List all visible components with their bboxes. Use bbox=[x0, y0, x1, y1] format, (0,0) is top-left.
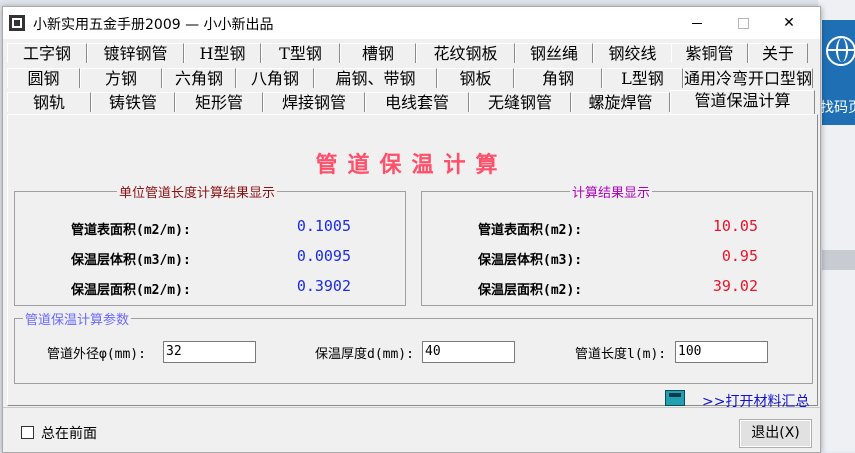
app-icon bbox=[9, 15, 25, 31]
footer-separator bbox=[3, 407, 820, 408]
globe-icon bbox=[826, 36, 855, 66]
tab-row3-2[interactable]: 矩形管 bbox=[175, 92, 263, 112]
tab-row1-4[interactable]: 槽钢 bbox=[340, 43, 416, 63]
tab-row2-1[interactable]: 方钢 bbox=[80, 68, 162, 88]
tab-row1-1[interactable]: 镀锌钢管 bbox=[87, 43, 184, 63]
unit-surface-label: 管道表面积(m2/m): bbox=[71, 223, 191, 238]
unit-volume-label: 保温层体积(m3/m): bbox=[71, 253, 191, 268]
tab-row1-7[interactable]: 钢绞线 bbox=[593, 43, 672, 63]
total-volume-value: 0.95 bbox=[721, 247, 758, 265]
always-on-top-label[interactable]: 总在前面 bbox=[41, 423, 97, 443]
tab-row2-7[interactable]: L型钢 bbox=[602, 68, 683, 88]
tab-row1-2[interactable]: H型钢 bbox=[184, 43, 261, 63]
tab-row1-0[interactable]: 工字钢 bbox=[7, 43, 87, 63]
tab-row3-7[interactable]: 管道保温计算 bbox=[670, 90, 815, 114]
tab-row1-8[interactable]: 紫铜管 bbox=[671, 43, 748, 63]
length-input[interactable]: 100 bbox=[675, 341, 768, 363]
tab-row3-1[interactable]: 铸铁管 bbox=[91, 92, 175, 112]
tab-row2-5[interactable]: 钢板 bbox=[437, 68, 514, 88]
tab-row1-9[interactable]: 关于 bbox=[748, 43, 808, 63]
length-label: 管道长度l(m): bbox=[575, 347, 667, 362]
open-summary-link[interactable]: >>打开材料汇总 bbox=[702, 391, 809, 411]
unit-area-value: 0.3902 bbox=[296, 277, 351, 295]
minimize-icon bbox=[692, 23, 702, 24]
unit-result-group-title: 单位管道长度计算结果显示 bbox=[117, 182, 278, 201]
background-gray-block bbox=[822, 250, 855, 270]
tab-row1-3[interactable]: T型钢 bbox=[261, 43, 340, 63]
page-title: 管道保温计算 bbox=[315, 152, 508, 178]
total-area-value: 39.02 bbox=[712, 277, 758, 295]
title-bar: 小新实用五金手册2009 — 小小新出品 ✕ bbox=[3, 7, 820, 39]
maximize-icon bbox=[738, 18, 749, 29]
maximize-button[interactable] bbox=[720, 7, 766, 39]
always-on-top-checkbox[interactable] bbox=[21, 426, 34, 439]
tab-row3-0[interactable]: 钢轨 bbox=[7, 92, 91, 112]
tab-row2-3[interactable]: 八角钢 bbox=[236, 68, 314, 88]
tab-row2-8[interactable]: 通用冷弯开口型钢 bbox=[683, 68, 813, 88]
background-tile-label: 找码页 bbox=[820, 100, 855, 116]
exit-button[interactable]: 退出(X) bbox=[739, 419, 812, 448]
unit-area-label: 保温层面积(m2/m): bbox=[71, 283, 191, 298]
unit-surface-value: 0.1005 bbox=[296, 217, 351, 235]
result-group: 计算结果显示 管道表面积(m2): 10.05 保温层体积(m3): 0.95 … bbox=[421, 182, 813, 306]
calculator-icon[interactable] bbox=[665, 390, 685, 406]
tab-row3-6[interactable]: 螺旋焊管 bbox=[571, 92, 670, 112]
thickness-label: 保温厚度d(mm): bbox=[315, 347, 414, 362]
tab-row2-0[interactable]: 圆钢 bbox=[7, 68, 80, 88]
unit-result-group: 单位管道长度计算结果显示 管道表面积(m2/m): 0.1005 保温层体积(m… bbox=[14, 182, 406, 306]
params-group: 管道保温计算参数 管道外径φ(mm): 32 保温厚度d(mm): 40 管道长… bbox=[14, 309, 813, 384]
tab-row1-6[interactable]: 钢丝绳 bbox=[515, 43, 593, 63]
total-volume-label: 保温层体积(m3): bbox=[478, 253, 583, 268]
outer-diameter-label: 管道外径φ(mm): bbox=[47, 347, 146, 362]
total-surface-value: 10.05 bbox=[712, 217, 758, 235]
tab-row3-4[interactable]: 电线套管 bbox=[365, 92, 469, 112]
tab-row3-3[interactable]: 焊接钢管 bbox=[263, 92, 365, 112]
tab-row1-5[interactable]: 花纹钢板 bbox=[416, 43, 515, 63]
tab-row3-5[interactable]: 无缝钢管 bbox=[469, 92, 571, 112]
close-icon: ✕ bbox=[783, 15, 795, 31]
unit-volume-value: 0.0095 bbox=[296, 247, 351, 265]
total-area-label: 保温层面积(m2): bbox=[478, 283, 583, 298]
total-surface-label: 管道表面积(m2): bbox=[478, 223, 583, 238]
window-title: 小新实用五金手册2009 — 小小新出品 bbox=[33, 17, 274, 33]
app-window: 小新实用五金手册2009 — 小小新出品 ✕ 工字钢 镀锌钢管 H型钢 T型钢 槽钢 花纹… bbox=[2, 6, 821, 453]
outer-diameter-input[interactable]: 32 bbox=[163, 341, 256, 363]
minimize-button[interactable] bbox=[674, 7, 720, 39]
tab-row2-6[interactable]: 角钢 bbox=[514, 68, 602, 88]
tab-row2-4[interactable]: 扁钢、带钢 bbox=[314, 68, 437, 88]
thickness-input[interactable]: 40 bbox=[422, 341, 515, 363]
tab-row2-2[interactable]: 六角钢 bbox=[162, 68, 236, 88]
close-button[interactable]: ✕ bbox=[766, 7, 812, 39]
result-group-title: 计算结果显示 bbox=[570, 182, 653, 201]
params-group-title: 管道保温计算参数 bbox=[23, 309, 132, 328]
